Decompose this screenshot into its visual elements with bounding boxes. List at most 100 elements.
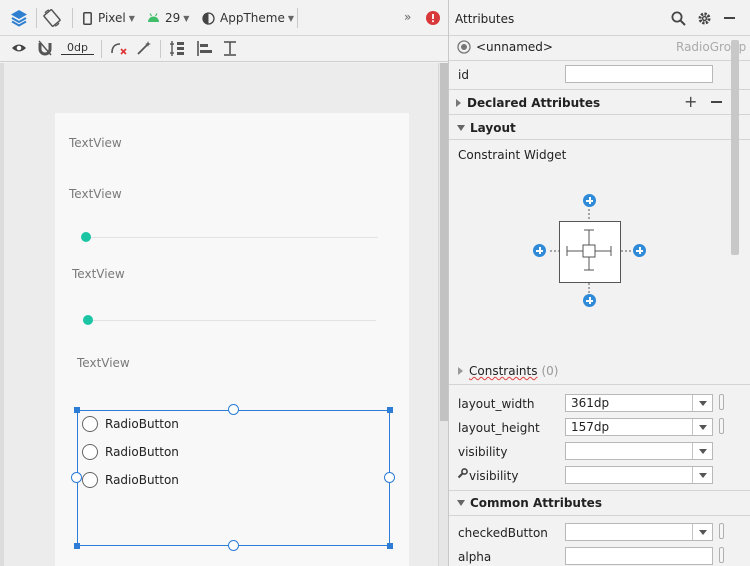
attributes-scrollbar[interactable]: [731, 40, 739, 255]
radio-button-1[interactable]: RadioButton: [82, 415, 179, 433]
common-attributes-header[interactable]: Common Attributes: [457, 496, 602, 510]
add-left-constraint-icon[interactable]: [533, 244, 546, 257]
layout-height-label: layout_height: [458, 421, 540, 435]
checked-button-scroll[interactable]: [719, 523, 724, 539]
api-level-selector[interactable]: 29 ▼: [147, 11, 189, 25]
visibility-field[interactable]: [565, 442, 713, 460]
layout-height-value: 157dp: [571, 420, 610, 434]
theme-icon: [202, 11, 215, 25]
declared-attributes-header[interactable]: Declared Attributes: [456, 96, 600, 110]
phone-icon: [83, 11, 92, 25]
theme-label: AppTheme: [220, 11, 285, 25]
component-name: <unnamed>: [476, 40, 553, 54]
add-bottom-constraint-icon[interactable]: [583, 294, 596, 307]
constraint-anchor-top[interactable]: [228, 404, 239, 415]
expand-icon: [456, 99, 461, 107]
theme-selector[interactable]: AppTheme ▼: [202, 11, 294, 25]
minimize-icon[interactable]: [724, 17, 735, 19]
layout-width-label: layout_width: [458, 397, 535, 411]
resize-handle-bottom-left[interactable]: [74, 543, 80, 549]
seekbar-1-track[interactable]: [86, 237, 378, 238]
gear-icon[interactable]: [697, 11, 712, 29]
constraint-anchor-left[interactable]: [71, 472, 82, 483]
constraints-header[interactable]: Constraints (0): [458, 364, 558, 378]
overflow-button[interactable]: »: [404, 10, 411, 24]
layout-width-value: 361dp: [571, 396, 610, 410]
align-icon[interactable]: [196, 40, 214, 57]
layout-width-scroll[interactable]: [719, 394, 724, 410]
resize-handle-bottom-right[interactable]: [387, 543, 393, 549]
add-attribute-button[interactable]: +: [684, 94, 697, 110]
layout-width-field[interactable]: 361dp: [565, 394, 713, 412]
layout-height-dropdown[interactable]: [692, 419, 712, 435]
attributes-panel: Attributes <unnamed> RadioGroup id Decla…: [448, 0, 750, 566]
layout-width-dropdown[interactable]: [692, 395, 712, 411]
default-margin-field[interactable]: 0dp: [61, 40, 94, 55]
layout-height-field[interactable]: 157dp: [565, 418, 713, 436]
attributes-title: Attributes: [455, 12, 515, 26]
resize-handle-top-right[interactable]: [387, 407, 393, 413]
radio-button-2[interactable]: RadioButton: [82, 443, 179, 461]
clear-constraints-icon[interactable]: [110, 40, 128, 56]
device-selector[interactable]: Pixel ▼: [83, 11, 135, 25]
alpha-scroll[interactable]: [719, 547, 724, 563]
expand-icon: [458, 367, 463, 375]
alpha-field[interactable]: [565, 547, 713, 565]
eye-icon[interactable]: [11, 41, 27, 55]
constraint-anchor-right[interactable]: [384, 472, 395, 483]
radio-circle-icon: [82, 444, 98, 460]
id-field[interactable]: [565, 65, 713, 83]
visibility-dropdown[interactable]: [692, 443, 712, 459]
divider: [449, 490, 750, 491]
seekbar-2-thumb[interactable]: [83, 315, 93, 325]
layout-section-header[interactable]: Layout: [457, 121, 516, 135]
add-top-constraint-icon[interactable]: [583, 194, 596, 207]
radio-group-icon: [457, 40, 471, 57]
divider: [449, 515, 750, 516]
chevron-down-icon: ▼: [128, 13, 135, 23]
constraint-anchor-bottom[interactable]: [228, 540, 239, 551]
magnet-off-icon[interactable]: [37, 40, 53, 56]
chevron-down-icon: [698, 529, 707, 535]
textview-1[interactable]: TextView: [69, 136, 122, 150]
android-icon: [148, 13, 159, 22]
guidelines-icon[interactable]: [222, 40, 238, 57]
radio-button-3[interactable]: RadioButton: [82, 471, 179, 489]
tools-visibility-dropdown[interactable]: [692, 467, 712, 483]
search-icon[interactable]: [671, 11, 686, 29]
divider: [449, 114, 750, 115]
radio-button-label: RadioButton: [105, 445, 179, 459]
error-icon[interactable]: [426, 11, 440, 25]
seekbar-1-thumb[interactable]: [81, 232, 91, 242]
orientation-icon[interactable]: [43, 9, 61, 27]
tools-visibility-field[interactable]: [565, 466, 713, 484]
canvas-scroll-thumb[interactable]: [440, 63, 448, 421]
chevron-down-icon: ▼: [287, 13, 294, 23]
toolbar-divider: [297, 8, 298, 28]
canvas-scrollbar[interactable]: [438, 63, 448, 566]
id-label: id: [458, 68, 469, 82]
textview-2[interactable]: TextView: [69, 187, 122, 201]
layout-height-scroll[interactable]: [719, 418, 724, 434]
chevron-down-icon: [698, 400, 707, 406]
toolbar-divider: [36, 8, 37, 28]
radio-circle-icon: [82, 416, 98, 432]
remove-attribute-button[interactable]: [711, 101, 722, 103]
textview-4[interactable]: TextView: [77, 356, 130, 370]
pack-icon[interactable]: [168, 40, 186, 57]
constraint-widget-label: Constraint Widget: [458, 148, 567, 162]
checked-button-field[interactable]: [565, 523, 713, 541]
api-level-label: 29: [165, 11, 181, 25]
resize-handle-top-left[interactable]: [74, 407, 80, 413]
radio-button-label: RadioButton: [105, 473, 179, 487]
chevron-down-icon: [698, 424, 707, 430]
layers-icon[interactable]: [9, 8, 29, 28]
textview-3[interactable]: TextView: [72, 267, 125, 281]
toolbar-divider: [160, 40, 161, 58]
layout-section-label: Layout: [470, 121, 516, 135]
checked-button-dropdown[interactable]: [692, 524, 712, 540]
seekbar-2-track[interactable]: [88, 320, 376, 321]
infer-constraints-icon[interactable]: [136, 40, 152, 56]
add-right-constraint-icon[interactable]: [633, 244, 646, 257]
constraint-toolbar: 0dp: [0, 36, 448, 62]
